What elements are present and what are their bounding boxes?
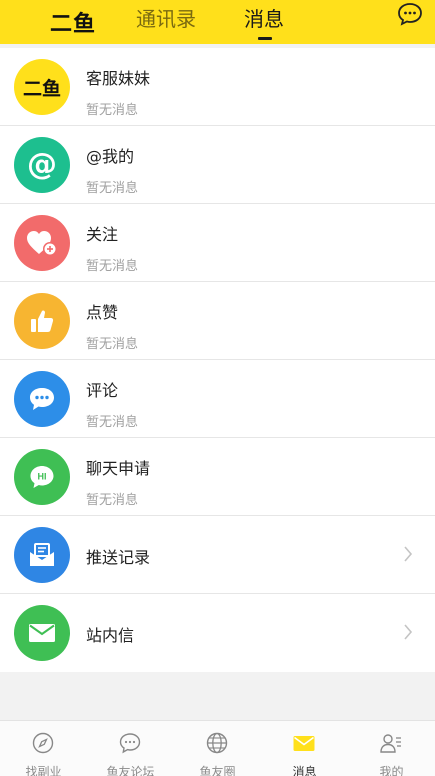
comment-icon: [14, 371, 70, 427]
message-title: 关注: [86, 225, 119, 244]
message-subtitle: 暂无消息: [86, 493, 139, 508]
message-title: 站内信: [86, 626, 135, 645]
tabbar-label: 我的: [379, 765, 404, 776]
logo-avatar-text: 二鱼: [22, 77, 61, 100]
tabbar-item-find-side-job[interactable]: 找副业: [0, 721, 87, 776]
message-subtitle: 暂无消息: [86, 259, 139, 274]
top-header: 二鱼 通讯录 消息: [0, 0, 435, 44]
thumbs-up-icon: [14, 293, 70, 349]
push-envelope-icon: [14, 527, 70, 583]
envelope-icon: [293, 736, 315, 751]
tabbar-item-friends-circle[interactable]: 鱼友圈: [174, 721, 261, 776]
message-row-mentions[interactable]: @ @我的 暂无消息: [0, 126, 435, 204]
message-title: @我的: [86, 147, 135, 166]
at-icon: @: [14, 137, 70, 193]
hi-bubble-icon: HI: [14, 449, 70, 505]
message-title: 点赞: [86, 303, 119, 322]
heart-plus-icon: [14, 215, 70, 271]
message-row-likes[interactable]: 点赞 暂无消息: [0, 282, 435, 360]
chat-bubble-icon[interactable]: [397, 2, 423, 26]
message-row-follow[interactable]: 关注 暂无消息: [0, 204, 435, 282]
message-subtitle: 暂无消息: [86, 181, 139, 196]
tabbar-label: 找副业: [25, 765, 62, 776]
forum-bubble-icon: [119, 733, 141, 754]
message-row-push-records[interactable]: 推送记录: [0, 516, 435, 594]
tabbar-label: 鱼友论坛: [106, 765, 155, 776]
message-subtitle: 暂无消息: [86, 337, 139, 352]
compass-icon: [32, 732, 54, 754]
active-tab-indicator: [258, 37, 272, 40]
message-row-site-mail[interactable]: 站内信: [0, 594, 435, 672]
tab-contacts[interactable]: 通讯录: [136, 3, 196, 32]
profile-icon: [380, 734, 401, 753]
message-title: 聊天申请: [86, 459, 151, 478]
tabbar-label: 鱼友圈: [199, 765, 236, 776]
message-row-comments[interactable]: 评论 暂无消息: [0, 360, 435, 438]
tabbar-item-messages[interactable]: 消息: [261, 721, 348, 776]
message-title: 推送记录: [86, 548, 151, 567]
app-logo: 二鱼: [50, 12, 97, 37]
globe-icon: [206, 732, 228, 754]
message-subtitle: 暂无消息: [86, 415, 139, 430]
message-row-customer-service[interactable]: 二鱼 客服妹妹 暂无消息: [0, 48, 435, 126]
tab-messages[interactable]: 消息: [244, 3, 284, 32]
logo-avatar: 二鱼: [14, 59, 70, 115]
chevron-right-icon: [403, 545, 413, 563]
tabbar-label: 消息: [292, 765, 317, 776]
message-title: 评论: [86, 381, 119, 400]
tabbar-item-mine[interactable]: 我的: [348, 721, 435, 776]
mail-icon: [14, 605, 70, 661]
message-subtitle: 暂无消息: [86, 103, 139, 118]
chevron-right-icon: [403, 623, 413, 641]
message-title: 客服妹妹: [86, 69, 151, 88]
hi-bubble-text: HI: [38, 472, 47, 482]
message-list: 二鱼 客服妹妹 暂无消息 @ @我的 暂无消息 关注 暂无消息 点赞 暂无消息 …: [0, 48, 435, 672]
message-row-chat-requests[interactable]: HI 聊天申请 暂无消息: [0, 438, 435, 516]
bottom-tabbar: 找副业 鱼友论坛 鱼友圈 消息 我的: [0, 720, 435, 776]
tabbar-item-forum[interactable]: 鱼友论坛: [87, 721, 174, 776]
